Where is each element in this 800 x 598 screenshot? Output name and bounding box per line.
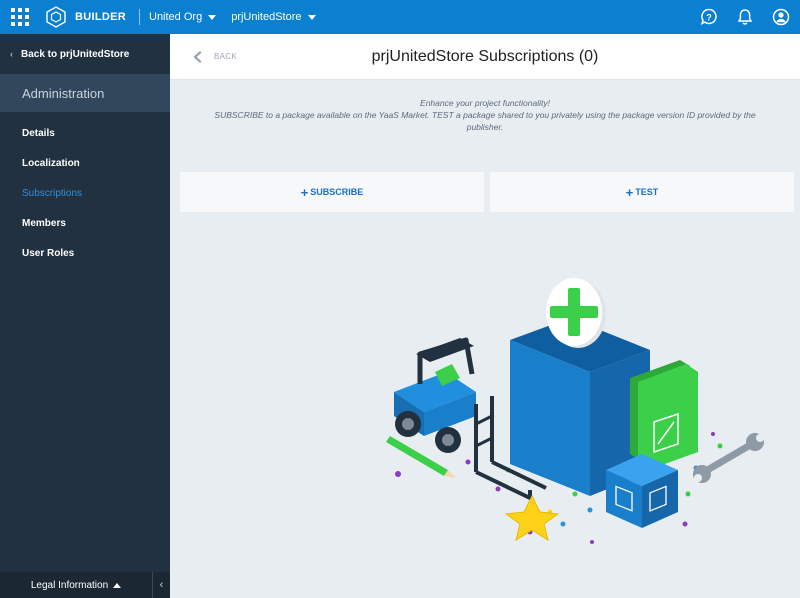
sidebar: ‹ Back to prjUnitedStore Administration …: [0, 34, 170, 598]
builder-logo-icon[interactable]: [45, 6, 67, 28]
chevron-down-icon: [307, 14, 316, 20]
folder-graphic: [630, 360, 698, 470]
intro-description: SUBSCRIBE to a package available on the …: [214, 110, 756, 132]
org-dropdown[interactable]: United Org: [149, 11, 217, 23]
page-header: BACK prjUnitedStore Subscriptions (0): [170, 34, 800, 80]
back-to-project-label: Back to prjUnitedStore: [21, 48, 130, 60]
legal-information-toggle[interactable]: Legal Information: [0, 580, 152, 591]
divider: [139, 9, 140, 25]
sidebar-item-user-roles[interactable]: User Roles: [0, 238, 170, 268]
intro-text: Enhance your project functionality! SUBS…: [170, 97, 800, 133]
project-dropdown[interactable]: prjUnitedStore: [231, 11, 316, 23]
test-button[interactable]: + TEST: [490, 172, 794, 212]
svg-text:?: ?: [706, 12, 712, 22]
builder-label[interactable]: BUILDER: [75, 11, 126, 23]
sidebar-item-localization[interactable]: Localization: [0, 148, 170, 178]
top-bar: BUILDER United Org prjUnitedStore ?: [0, 0, 800, 34]
chevron-left-icon: ‹: [10, 49, 13, 59]
apps-grid-icon[interactable]: [11, 8, 29, 26]
collapse-sidebar-button[interactable]: ‹: [152, 572, 170, 598]
intro-headline: Enhance your project functionality!: [420, 98, 550, 108]
back-button[interactable]: BACK: [192, 50, 237, 63]
sidebar-footer: Legal Information ‹: [0, 572, 170, 598]
sidebar-item-subscriptions[interactable]: Subscriptions: [0, 178, 170, 208]
project-name: prjUnitedStore: [231, 11, 302, 23]
arrow-left-icon: [193, 50, 202, 63]
legal-information-label: Legal Information: [30, 579, 109, 591]
test-label: TEST: [635, 187, 659, 197]
back-label: BACK: [214, 52, 237, 61]
back-to-project-link[interactable]: ‹ Back to prjUnitedStore: [0, 34, 170, 74]
chevron-up-icon: [113, 582, 122, 588]
empty-state-illustration: [386, 278, 764, 544]
sidebar-item-details[interactable]: Details: [0, 118, 170, 148]
action-buttons: + SUBSCRIBE + TEST: [180, 172, 794, 212]
sidebar-nav: Details Localization Subscriptions Membe…: [0, 112, 170, 268]
org-name: United Org: [149, 11, 203, 23]
chevron-down-icon: [208, 14, 217, 20]
subscribe-button[interactable]: + SUBSCRIBE: [180, 172, 484, 212]
sidebar-item-members[interactable]: Members: [0, 208, 170, 238]
plus-icon: +: [300, 184, 309, 200]
bell-icon[interactable]: [736, 8, 754, 26]
subscribe-label: SUBSCRIBE: [310, 187, 364, 197]
sidebar-section-title: Administration: [0, 74, 170, 112]
wrench-graphic: [693, 433, 764, 483]
main-content: BACK prjUnitedStore Subscriptions (0) En…: [170, 34, 800, 598]
plus-icon: +: [625, 184, 634, 200]
page-title: prjUnitedStore Subscriptions (0): [371, 47, 599, 65]
help-icon[interactable]: ?: [700, 8, 718, 26]
user-icon[interactable]: [772, 8, 790, 26]
